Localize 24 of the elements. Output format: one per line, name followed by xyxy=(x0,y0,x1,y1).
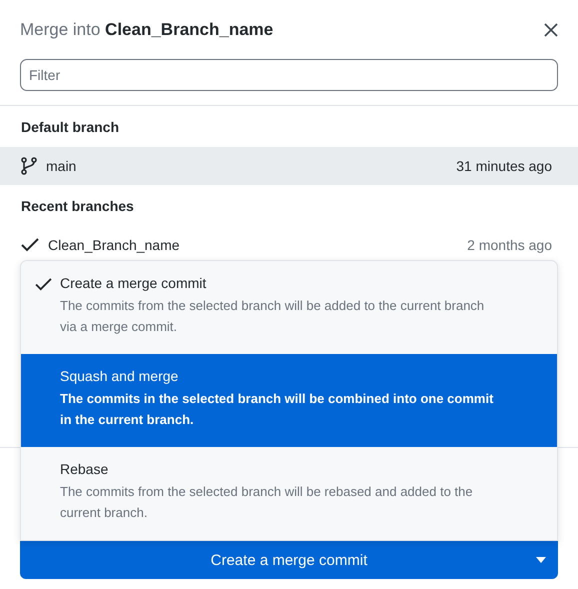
merge-option[interactable]: Squash and merge The commits in the selected branch will be combined into one commit in the current branch. xyxy=(21,354,557,447)
option-description: The commits in the selected branch will be combined into one commit in the current branch. xyxy=(60,390,494,429)
branch-item[interactable]: main 31 minutes ago xyxy=(0,147,578,185)
branch-item[interactable]: Clean_Branch_name 2 months ago xyxy=(0,226,578,264)
option-title: Squash and merge xyxy=(60,368,180,384)
merge-option[interactable]: Rebase The commits from the selected branch will be rebased and added to the current branch. xyxy=(21,447,557,540)
option-description: The commits from the selected branch will be added to the current branch via a merge commit. xyxy=(60,297,486,336)
merge-button[interactable]: Create a merge commit xyxy=(20,541,558,579)
merge-option[interactable]: Create a merge commit The commits from the selected branch will be added to the current branch via a merge commit. xyxy=(21,261,557,354)
branch-name: Clean_Branch_name xyxy=(48,237,181,253)
check-icon xyxy=(21,238,39,252)
branch-time: 2 months ago xyxy=(467,237,552,253)
branch-time: 31 minutes ago xyxy=(456,158,552,174)
section-heading: Default branch xyxy=(20,118,120,137)
option-title: Create a merge commit xyxy=(60,275,208,291)
option-description: The commits from the selected branch will be rebased and added to the current branch. xyxy=(60,483,474,522)
option-title: Rebase xyxy=(60,461,110,477)
caret-icon[interactable] xyxy=(536,557,546,563)
filter-field[interactable]: Filter xyxy=(20,59,558,91)
branch-name: main xyxy=(46,158,78,174)
dialog-title: Merge into Clean_Branch_name xyxy=(20,20,274,40)
branch-icon xyxy=(21,157,37,175)
section-heading: Recent branches xyxy=(20,197,135,216)
close-icon[interactable] xyxy=(544,23,558,37)
